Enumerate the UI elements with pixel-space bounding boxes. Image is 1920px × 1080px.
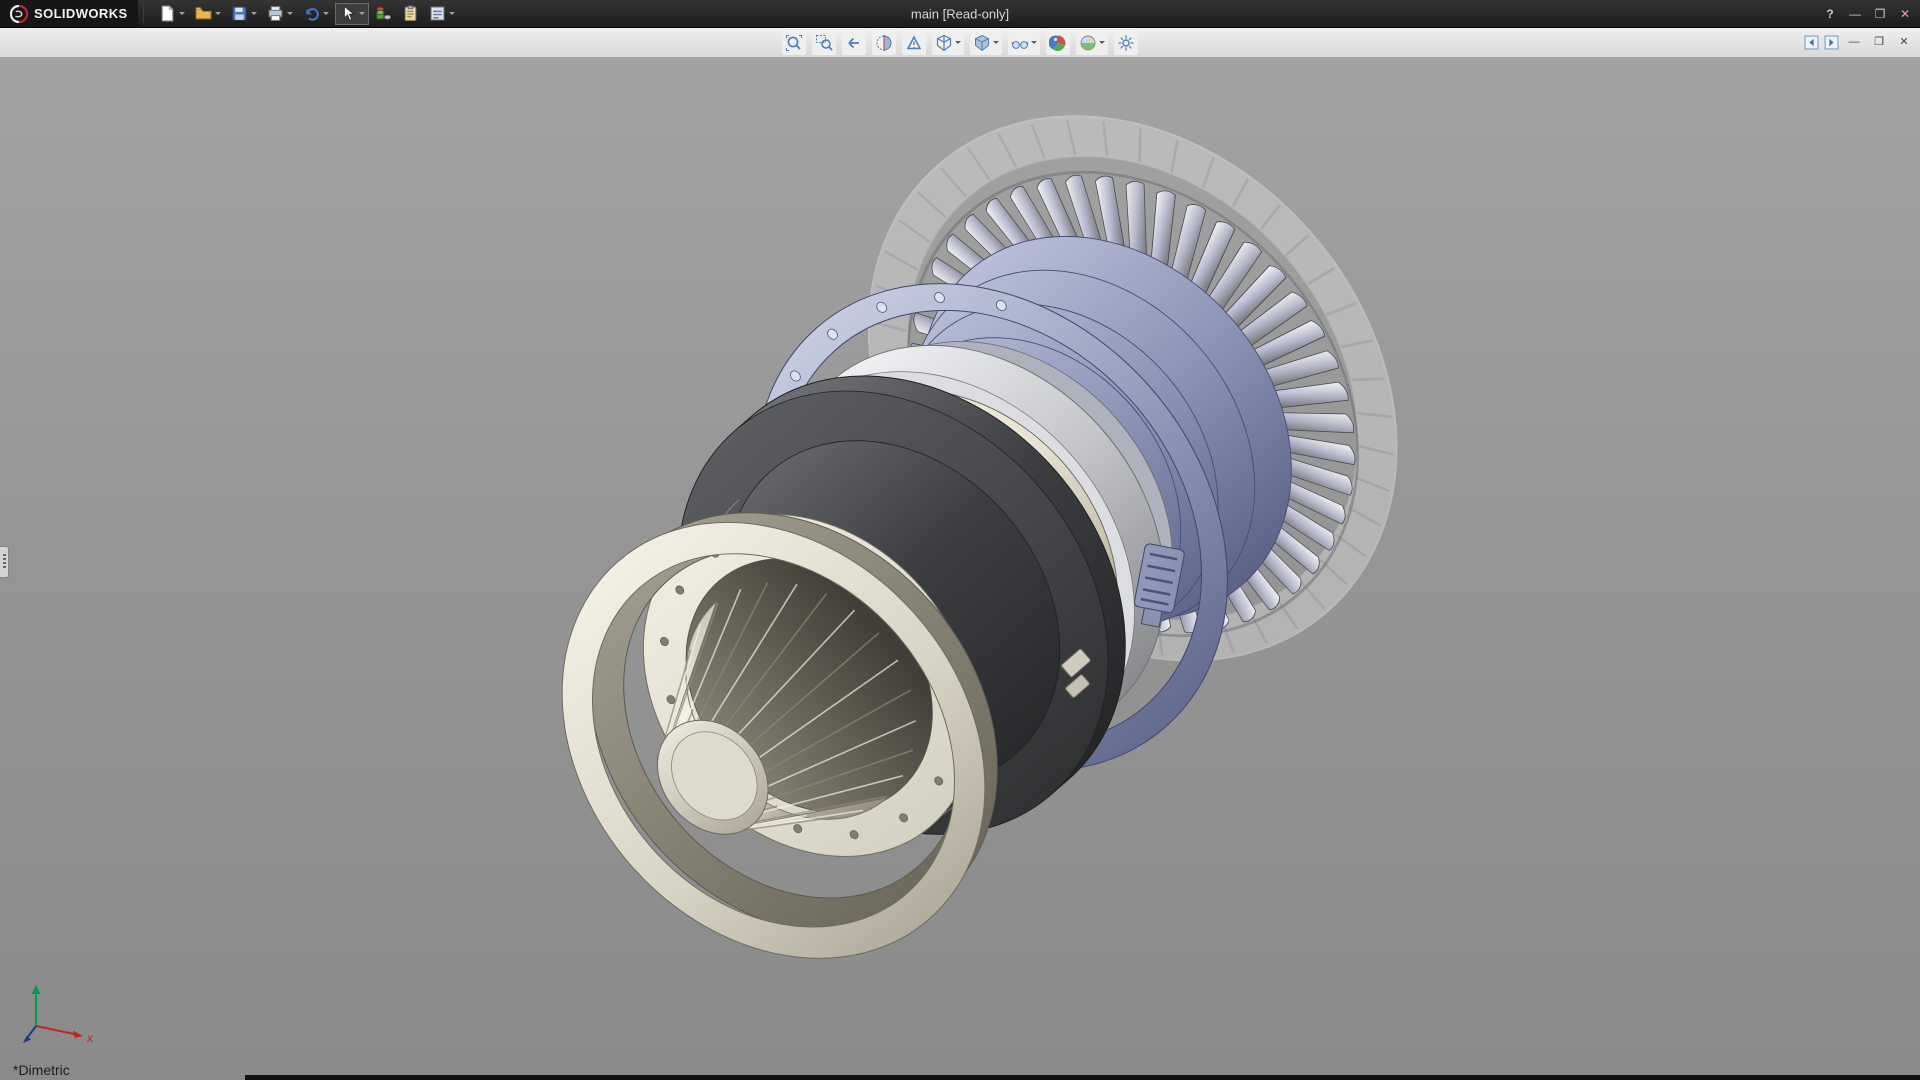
apply-scene-button[interactable]: [1076, 31, 1108, 55]
zoom-area-icon: [815, 34, 833, 52]
options-icon: [429, 5, 446, 22]
view-orientation-label: *Dimetric: [13, 1062, 70, 1078]
print-document-button[interactable]: [263, 3, 297, 25]
maximize-button[interactable]: ❐: [1868, 4, 1892, 24]
annotation-visibility-button[interactable]: [902, 31, 926, 55]
chevron-down-icon: [993, 41, 999, 44]
doc-restore-button[interactable]: ❐: [1869, 37, 1889, 48]
solidworks-logo: SOLIDWORKS: [0, 0, 138, 27]
chevron-down-icon: [449, 12, 455, 15]
view-cube-icon: [935, 34, 953, 52]
pane-forward-button[interactable]: [1824, 35, 1839, 50]
z-axis-arrow-icon: [23, 1036, 31, 1043]
y-axis-arrow-icon: [32, 985, 41, 994]
chevron-down-icon: [179, 12, 185, 15]
headsup-toolbar: [782, 31, 1138, 55]
doc-close-button[interactable]: ✕: [1894, 37, 1914, 48]
undo-arrow-icon: [303, 5, 320, 22]
open-document-button[interactable]: [191, 3, 225, 25]
hide-show-items-button[interactable]: [1008, 31, 1040, 55]
document-title: main [Read-only]: [911, 6, 1009, 21]
taskbar-edge-strip: [245, 1075, 1920, 1080]
display-style-button[interactable]: [970, 31, 1002, 55]
grip-dots-icon: [3, 554, 6, 570]
clipboard-icon: [402, 5, 419, 22]
chevron-down-icon: [955, 41, 961, 44]
orientation-triad[interactable]: x: [22, 980, 112, 1052]
annotation-icon: [905, 34, 923, 52]
pane-right-icon: [1824, 35, 1839, 50]
close-button[interactable]: ✕: [1893, 4, 1917, 24]
titlebar: SOLIDWORKS main [Read-only] ? — ❐ ✕: [0, 0, 1920, 28]
chevron-down-icon: [323, 12, 329, 15]
previous-view-button[interactable]: [842, 31, 866, 55]
edit-appearance-button[interactable]: [1046, 31, 1070, 55]
x-axis-arrow-icon: [73, 1031, 83, 1039]
chevron-down-icon: [359, 12, 365, 15]
page-icon: [159, 5, 176, 22]
doc-minimize-button[interactable]: —: [1844, 37, 1864, 48]
chevron-down-icon: [1099, 41, 1105, 44]
select-tool-button[interactable]: [335, 3, 369, 25]
graphics-viewport[interactable]: x *Dimetric: [0, 58, 1920, 1080]
undo-button[interactable]: [299, 3, 333, 25]
previous-view-icon: [845, 34, 863, 52]
toolbar-separator: [143, 5, 144, 23]
glasses-icon: [1011, 34, 1029, 52]
minimize-button[interactable]: —: [1843, 4, 1867, 24]
chevron-down-icon: [215, 12, 221, 15]
sketch-clipboard-button[interactable]: [398, 3, 423, 25]
brand-text: SOLIDWORKS: [34, 6, 128, 21]
section-view-icon: [875, 34, 893, 52]
solidworks-app: SOLIDWORKS main [Read-only] ? — ❐ ✕: [0, 0, 1920, 1080]
file-toolbar: [155, 3, 459, 25]
document-window-controls: — ❐ ✕: [1804, 35, 1920, 50]
headsup-viewbar: — ❐ ✕: [0, 28, 1920, 58]
section-view-button[interactable]: [872, 31, 896, 55]
x-axis: [36, 1026, 74, 1034]
engine-model[interactable]: [0, 58, 1920, 1080]
zoom-fit-icon: [785, 34, 803, 52]
folder-icon: [195, 5, 212, 22]
featuremanager-collapse-tab[interactable]: [0, 546, 9, 578]
engine-assembly[interactable]: [416, 58, 1505, 1066]
chevron-down-icon: [251, 12, 257, 15]
help-button[interactable]: ?: [1818, 4, 1842, 24]
z-axis: [27, 1026, 36, 1038]
material-display-button[interactable]: [371, 3, 396, 25]
view-settings-button[interactable]: [1114, 31, 1138, 55]
printer-icon: [267, 5, 284, 22]
zoom-to-area-button[interactable]: [812, 31, 836, 55]
save-document-button[interactable]: [227, 3, 261, 25]
zoom-to-fit-button[interactable]: [782, 31, 806, 55]
color-ball-icon: [1049, 34, 1067, 52]
pane-left-icon: [1804, 35, 1819, 50]
cursor-icon: [339, 5, 356, 22]
chevron-down-icon: [1031, 41, 1037, 44]
chevron-down-icon: [287, 12, 293, 15]
options-button[interactable]: [425, 3, 459, 25]
view-orientation-button[interactable]: [932, 31, 964, 55]
dassault-logo-icon: [10, 5, 28, 23]
view-settings-icon: [1117, 34, 1135, 52]
floppy-icon: [231, 5, 248, 22]
new-document-button[interactable]: [155, 3, 189, 25]
window-controls: ? — ❐ ✕: [1818, 4, 1920, 24]
x-axis-label: x: [86, 1031, 94, 1045]
material-icon: [375, 5, 392, 22]
pane-back-button[interactable]: [1804, 35, 1819, 50]
scene-ball-icon: [1079, 34, 1097, 52]
shaded-cube-icon: [973, 34, 991, 52]
